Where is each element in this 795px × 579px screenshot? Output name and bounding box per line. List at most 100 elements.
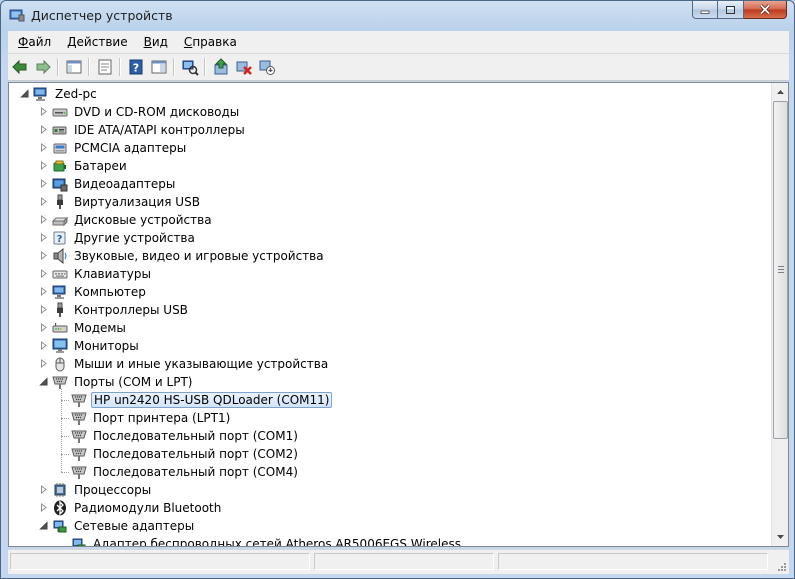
tree-category[interactable]: Процессоры — [52, 481, 153, 499]
expand-arrow-icon[interactable] — [39, 323, 48, 332]
tree-item-label: Звуковые, видео и игровые устройства — [74, 249, 324, 263]
help-button[interactable]: ? — [125, 57, 147, 77]
resize-grip-icon[interactable] — [775, 560, 787, 572]
tree-item-label: Другие устройства — [74, 231, 195, 245]
tree-device[interactable]: Адаптер беспроводных сетей Atheros AR500… — [71, 535, 463, 546]
expand-arrow-icon[interactable] — [39, 287, 48, 296]
expand-arrow-icon[interactable] — [39, 107, 48, 116]
collapse-arrow-icon[interactable] — [20, 89, 29, 98]
tree-device[interactable]: HP un2420 HS-USB QDLoader (COM11) — [71, 391, 333, 409]
computer-icon — [33, 87, 47, 101]
tree-category[interactable]: Сетевые адаптеры — [52, 517, 196, 535]
tree-item-label: Сетевые адаптеры — [74, 519, 195, 533]
tree-category[interactable]: IDE ATA/ATAPI контроллеры — [52, 121, 247, 139]
expand-arrow-icon[interactable] — [39, 359, 48, 368]
minimize-button[interactable] — [692, 1, 718, 19]
menu-view[interactable]: Вид — [138, 35, 174, 49]
action-pane-button[interactable] — [148, 57, 170, 77]
expand-arrow-icon[interactable] — [39, 197, 48, 206]
show-hide-console-tree-button[interactable] — [63, 57, 85, 77]
tree-category[interactable]: Видеоадаптеры — [52, 175, 177, 193]
tree-device[interactable]: Порт принтера (LPT1) — [71, 409, 232, 427]
menu-action[interactable]: Действие — [61, 35, 133, 49]
tree-item-label: Порты (COM и LPT) — [74, 375, 193, 389]
tree-category[interactable]: PCMCIA адаптеры — [52, 139, 188, 157]
collapse-arrow-icon[interactable] — [39, 521, 48, 530]
disable-button[interactable] — [256, 57, 278, 77]
collapse-arrow-icon[interactable] — [39, 377, 48, 386]
tree-device[interactable]: Последовательный порт (COM4) — [71, 463, 300, 481]
expand-arrow-icon[interactable] — [39, 125, 48, 134]
expand-arrow-icon[interactable] — [39, 305, 48, 314]
tree-device[interactable]: Последовательный порт (COM1) — [71, 427, 300, 445]
tree-category[interactable]: Порты (COM и LPT) — [52, 373, 194, 391]
properties-button[interactable] — [94, 57, 116, 77]
tree-device[interactable]: Последовательный порт (COM2) — [71, 445, 300, 463]
tree-connector — [61, 389, 62, 472]
update-driver-button[interactable] — [210, 57, 232, 77]
expand-arrow-icon[interactable] — [39, 179, 48, 188]
disk-drive-icon — [52, 216, 68, 227]
tree-item-label: Батареи — [74, 159, 127, 173]
tree-category[interactable]: Мыши и иные указывающие устройства — [52, 355, 330, 373]
arrow-up-icon — [776, 90, 784, 94]
tree-category[interactable]: Звуковые, видео и игровые устройства — [52, 247, 326, 265]
status-pane-main — [10, 553, 310, 570]
close-button[interactable] — [744, 1, 787, 19]
tree-category[interactable]: Клавиатуры — [52, 265, 153, 283]
expand-arrow-icon[interactable] — [39, 143, 48, 152]
tree-category[interactable]: ? Другие устройства — [52, 229, 197, 247]
ide-controller-icon — [52, 126, 67, 135]
window-title: Диспетчер устройств — [31, 8, 173, 23]
tree-root[interactable]: Zed-pc — [33, 85, 99, 103]
tree-item-label: Последовательный порт (COM2) — [93, 447, 298, 461]
vertical-scrollbar[interactable] — [771, 83, 788, 546]
maximize-button[interactable] — [718, 1, 744, 19]
svg-text:?: ? — [133, 62, 139, 75]
tree-category[interactable]: Компьютер — [52, 283, 148, 301]
bluetooth-icon — [54, 500, 66, 516]
scan-hardware-button[interactable] — [179, 57, 201, 77]
tree-item-label: IDE ATA/ATAPI контроллеры — [74, 123, 245, 137]
expand-arrow-icon[interactable] — [39, 503, 48, 512]
tree-category[interactable]: Батареи — [52, 157, 129, 175]
scroll-thumb[interactable] — [773, 101, 788, 439]
expand-arrow-icon[interactable] — [39, 269, 48, 278]
pcmcia-icon — [53, 143, 67, 154]
tree-item-label: Клавиатуры — [74, 267, 151, 281]
tree-item-label: Модемы — [74, 321, 126, 335]
tree-item-label: Процессоры — [74, 483, 152, 497]
network-adapter-icon — [72, 538, 86, 546]
svg-text:?: ? — [57, 234, 63, 245]
tree-category[interactable]: Виртуализация USB — [52, 193, 202, 211]
tree-category[interactable]: Модемы — [52, 319, 128, 337]
expand-arrow-icon[interactable] — [39, 233, 48, 242]
scroll-down-button[interactable] — [772, 529, 788, 545]
usb-plug-icon — [57, 302, 63, 317]
tree-category[interactable]: Контроллеры USB — [52, 301, 190, 319]
back-button[interactable] — [9, 57, 31, 77]
processor-icon — [54, 483, 66, 497]
uninstall-button[interactable] — [233, 57, 255, 77]
tree-category[interactable]: Радиомодули Bluetooth — [52, 499, 223, 517]
forward-button[interactable] — [32, 57, 54, 77]
back-icon — [12, 59, 27, 75]
tree-connector — [61, 400, 69, 401]
expand-arrow-icon[interactable] — [39, 161, 48, 170]
scroll-up-button[interactable] — [772, 84, 788, 100]
expand-arrow-icon[interactable] — [39, 251, 48, 260]
tree-category[interactable]: DVD и CD-ROM дисководы — [52, 103, 241, 121]
tree-connector — [61, 454, 69, 455]
display-adapter-icon — [52, 178, 68, 192]
expand-arrow-icon[interactable] — [39, 341, 48, 350]
tree-category[interactable]: Мониторы — [52, 337, 141, 355]
expand-arrow-icon[interactable] — [39, 215, 48, 224]
menu-help[interactable]: Справка — [178, 35, 243, 49]
speaker-icon — [53, 248, 67, 264]
expand-arrow-icon[interactable] — [39, 485, 48, 494]
title-bar[interactable]: Диспетчер устройств — [1, 1, 794, 31]
tree-category[interactable]: Дисковые устройства — [52, 211, 214, 229]
port-icon — [52, 376, 68, 389]
grip-line — [778, 269, 784, 270]
menu-file[interactable]: Файл — [12, 35, 57, 49]
